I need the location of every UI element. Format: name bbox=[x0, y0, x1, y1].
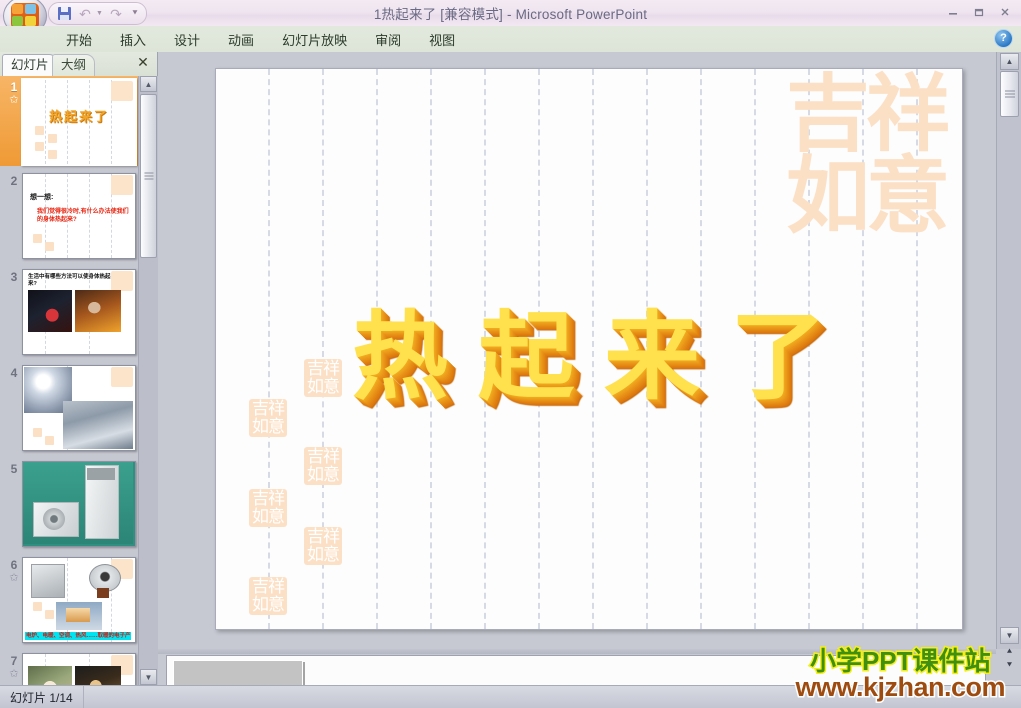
window-controls bbox=[941, 2, 1017, 21]
tab-insert[interactable]: 插入 bbox=[106, 26, 160, 52]
seal-watermark bbox=[111, 81, 133, 101]
status-bar: 幻灯片 1/14 bbox=[0, 685, 1021, 708]
seal-stamp: 吉祥如意 bbox=[249, 489, 287, 527]
thumbnail-photo bbox=[31, 564, 65, 598]
tab-home[interactable]: 开始 bbox=[52, 26, 106, 52]
thumbnail-canvas: 想一想: 我们觉得很冷时,有什么办法使我们的身体热起来? bbox=[22, 173, 136, 259]
animation-star-icon: ✩ bbox=[9, 572, 19, 584]
scroll-up-icon[interactable]: ▲ bbox=[140, 76, 157, 92]
slide-number: 4 bbox=[10, 366, 18, 380]
scroll-down-icon[interactable]: ▼ bbox=[140, 669, 157, 685]
thumbnail-photo bbox=[43, 508, 65, 530]
slide-number: 6 bbox=[10, 558, 18, 572]
thumbnail-photo bbox=[75, 290, 121, 332]
close-button[interactable] bbox=[993, 2, 1017, 21]
thumbnail-slide-2[interactable]: 2 想一想: 我们觉得很冷时,有什么办法使我们的身体热起来? bbox=[0, 170, 138, 266]
seal-stamp: 吉祥如意 bbox=[304, 447, 342, 485]
thumbnail-slide-5[interactable]: 5 bbox=[0, 458, 138, 554]
thumbnail-canvas: 生活中有哪些方法可以使身体热起来? bbox=[22, 269, 136, 355]
thumbnail-photo bbox=[66, 608, 90, 622]
thumbnail-slide-1[interactable]: 1 ✩ 热起来了 bbox=[0, 76, 138, 170]
thumbnail-canvas: 热起来了 bbox=[21, 78, 137, 166]
slides-pane: 幻灯片 大纲 ✕ 1 ✩ 热起来了 2 想一想: 我们觉得很冷时,有什么办法使我… bbox=[0, 52, 158, 685]
thumbnail-slide-7[interactable]: 7 ✩ bbox=[0, 650, 138, 685]
scroll-up-icon[interactable]: ▲ bbox=[1000, 53, 1019, 70]
thumbnail-slide-4[interactable]: 4 bbox=[0, 362, 138, 458]
next-slide-button[interactable]: ⯆ bbox=[1000, 658, 1019, 673]
thumbnail-canvas bbox=[22, 365, 136, 451]
notes-splitter[interactable] bbox=[158, 649, 996, 654]
tab-outline[interactable]: 大纲 bbox=[52, 54, 96, 76]
thumbnail-caption: 电炉、电暖、空调、热风……取暖的电子产品 bbox=[26, 633, 130, 639]
tab-slideshow[interactable]: 幻灯片放映 bbox=[268, 26, 361, 52]
thumbnail-canvas: 电炉、电暖、空调、热风……取暖的电子产品 bbox=[22, 557, 136, 643]
slide-canvas[interactable]: 吉祥如意 吉祥如意 吉祥如意 吉祥如意 吉祥如意 吉祥如意 吉祥如意 热起来了 bbox=[215, 68, 963, 630]
seal-watermark-large: 吉祥如意 bbox=[786, 68, 950, 245]
restore-button[interactable] bbox=[967, 2, 991, 21]
tab-animations[interactable]: 动画 bbox=[214, 26, 268, 52]
previous-slide-button[interactable]: ⯅ bbox=[1000, 644, 1019, 659]
window-title: 1热起来了 [兼容模式] - Microsoft PowerPoint bbox=[373, 7, 648, 22]
help-icon[interactable]: ? bbox=[995, 30, 1012, 47]
thumbnail-canvas bbox=[22, 653, 136, 685]
slides-pane-scrollbar[interactable]: ▲ ▼ bbox=[138, 76, 158, 685]
powerpoint-window: ↶ ▼ ↷ ⯆ 1热起来了 [兼容模式] - Microsoft PowerPo… bbox=[0, 0, 1021, 708]
tab-design[interactable]: 设计 bbox=[160, 26, 214, 52]
thumbnail-canvas bbox=[22, 461, 136, 547]
thumbnail-title: 热起来了 bbox=[48, 109, 110, 124]
tab-view[interactable]: 视图 bbox=[415, 26, 469, 52]
thumbnail-heading: 生活中有哪些方法可以使身体热起来? bbox=[28, 274, 111, 287]
seal-stamp: 吉祥如意 bbox=[304, 527, 342, 565]
thumbnail-list[interactable]: 1 ✩ 热起来了 2 想一想: 我们觉得很冷时,有什么办法使我们的身体热起来? … bbox=[0, 76, 138, 685]
slide-number: 3 bbox=[10, 270, 18, 284]
thumbnail-body: 我们觉得很冷时,有什么办法使我们的身体热起来? bbox=[37, 209, 129, 223]
slide-counter: 幻灯片 1/14 bbox=[0, 686, 84, 708]
thumbnail-photo bbox=[28, 290, 72, 332]
close-pane-icon[interactable]: ✕ bbox=[135, 55, 151, 71]
thumbnail-slide-6[interactable]: 6 ✩ 电炉、电暖、空调、热风……取暖的电子产品 bbox=[0, 554, 138, 650]
slides-pane-tabs: 幻灯片 大纲 ✕ bbox=[0, 52, 157, 77]
workspace: 幻灯片 大纲 ✕ 1 ✩ 热起来了 2 想一想: 我们觉得很冷时,有什么办法使我… bbox=[0, 52, 1021, 697]
slide-number: 7 bbox=[10, 654, 18, 668]
tab-review[interactable]: 审阅 bbox=[361, 26, 415, 52]
minimize-button[interactable] bbox=[941, 2, 965, 21]
slide-number: 2 bbox=[10, 174, 18, 188]
tab-slides[interactable]: 幻灯片 bbox=[2, 54, 58, 76]
title-bar: ↶ ▼ ↷ ⯆ 1热起来了 [兼容模式] - Microsoft PowerPo… bbox=[0, 0, 1021, 36]
ribbon-tab-strip: 开始 插入 设计 动画 幻灯片放映 审阅 视图 ? bbox=[0, 26, 1021, 53]
thumbnail-photo bbox=[87, 468, 115, 480]
thumbnail-photo bbox=[28, 666, 72, 685]
scrollbar-grip-icon bbox=[144, 172, 153, 180]
thumbnail-slide-3[interactable]: 3 生活中有哪些方法可以使身体热起来? bbox=[0, 266, 138, 362]
scrollbar-thumb[interactable] bbox=[1000, 71, 1019, 117]
thumbnail-photo bbox=[63, 401, 133, 449]
scrollbar-grip-icon bbox=[1004, 90, 1015, 98]
animation-star-icon: ✩ bbox=[9, 668, 19, 680]
slide-edit-area: 吉祥如意 吉祥如意 吉祥如意 吉祥如意 吉祥如意 吉祥如意 吉祥如意 热起来了 bbox=[158, 52, 996, 649]
thumbnail-heading: 想一想: bbox=[30, 194, 54, 201]
thumbnail-photo bbox=[97, 588, 109, 598]
slide-scrollbar[interactable]: ▲ ▼ ⯅ ⯆ bbox=[996, 52, 1021, 670]
slide-number: 5 bbox=[10, 462, 18, 476]
slide-title[interactable]: 热起来了 bbox=[216, 309, 962, 405]
ribbon-tabs: 开始 插入 设计 动画 幻灯片放映 审阅 视图 bbox=[52, 26, 469, 52]
scrollbar-thumb[interactable] bbox=[140, 94, 157, 258]
seal-stamp: 吉祥如意 bbox=[249, 577, 287, 615]
thumbnail-photo bbox=[75, 666, 121, 685]
scroll-down-icon[interactable]: ▼ bbox=[1000, 627, 1019, 644]
